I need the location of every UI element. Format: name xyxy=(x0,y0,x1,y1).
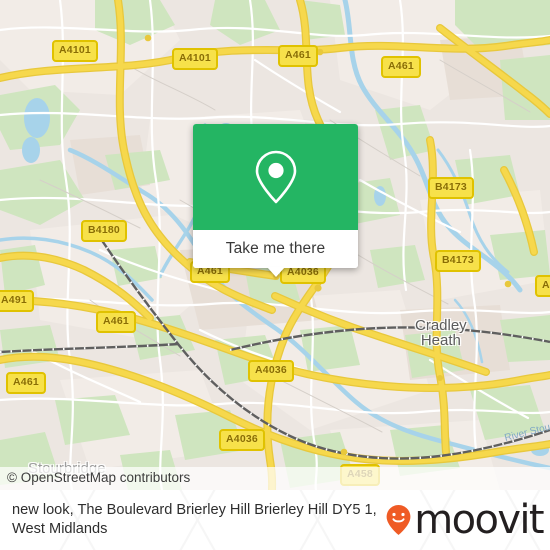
moovit-wordmark: moovit xyxy=(414,497,544,543)
location-pin-icon xyxy=(255,150,296,204)
map-canvas[interactable]: A4101 A4101 A461 A461 B4173 B4180 B4173 A461 A40… xyxy=(0,0,550,490)
road-shield: A461 xyxy=(6,372,46,394)
map-screenshot: A4101 A4101 A461 A461 B4173 B4180 B4173 A461 A40… xyxy=(0,0,550,550)
popup-pointer xyxy=(266,267,285,277)
road-shield: A4101 xyxy=(52,40,98,62)
location-description: new look, The Boulevard Brierley Hill Br… xyxy=(12,502,377,537)
road-shield: A461 xyxy=(278,45,318,67)
road-shield: A4 xyxy=(535,275,550,297)
road-shield: B4173 xyxy=(435,250,481,272)
road-shield: A461 xyxy=(381,56,421,78)
moovit-logo[interactable]: moovit xyxy=(385,500,550,540)
take-me-there-button[interactable]: Take me there xyxy=(193,230,358,268)
map-attribution[interactable]: © OpenStreetMap contributors xyxy=(0,467,550,490)
popup-image-area xyxy=(193,124,358,230)
road-shield: A4036 xyxy=(219,429,265,451)
road-shield: B4180 xyxy=(81,220,127,242)
footer-bar: new look, The Boulevard Brierley Hill Br… xyxy=(0,490,550,550)
road-shield: A491 xyxy=(0,290,34,312)
road-shield: A4036 xyxy=(248,360,294,382)
road-shield: B4173 xyxy=(428,177,474,199)
road-shield: A461 xyxy=(96,311,136,333)
road-shield: A4101 xyxy=(172,48,218,70)
map-marker-popup[interactable]: Take me there xyxy=(193,124,358,277)
moovit-smiley-pin-icon xyxy=(386,505,411,535)
